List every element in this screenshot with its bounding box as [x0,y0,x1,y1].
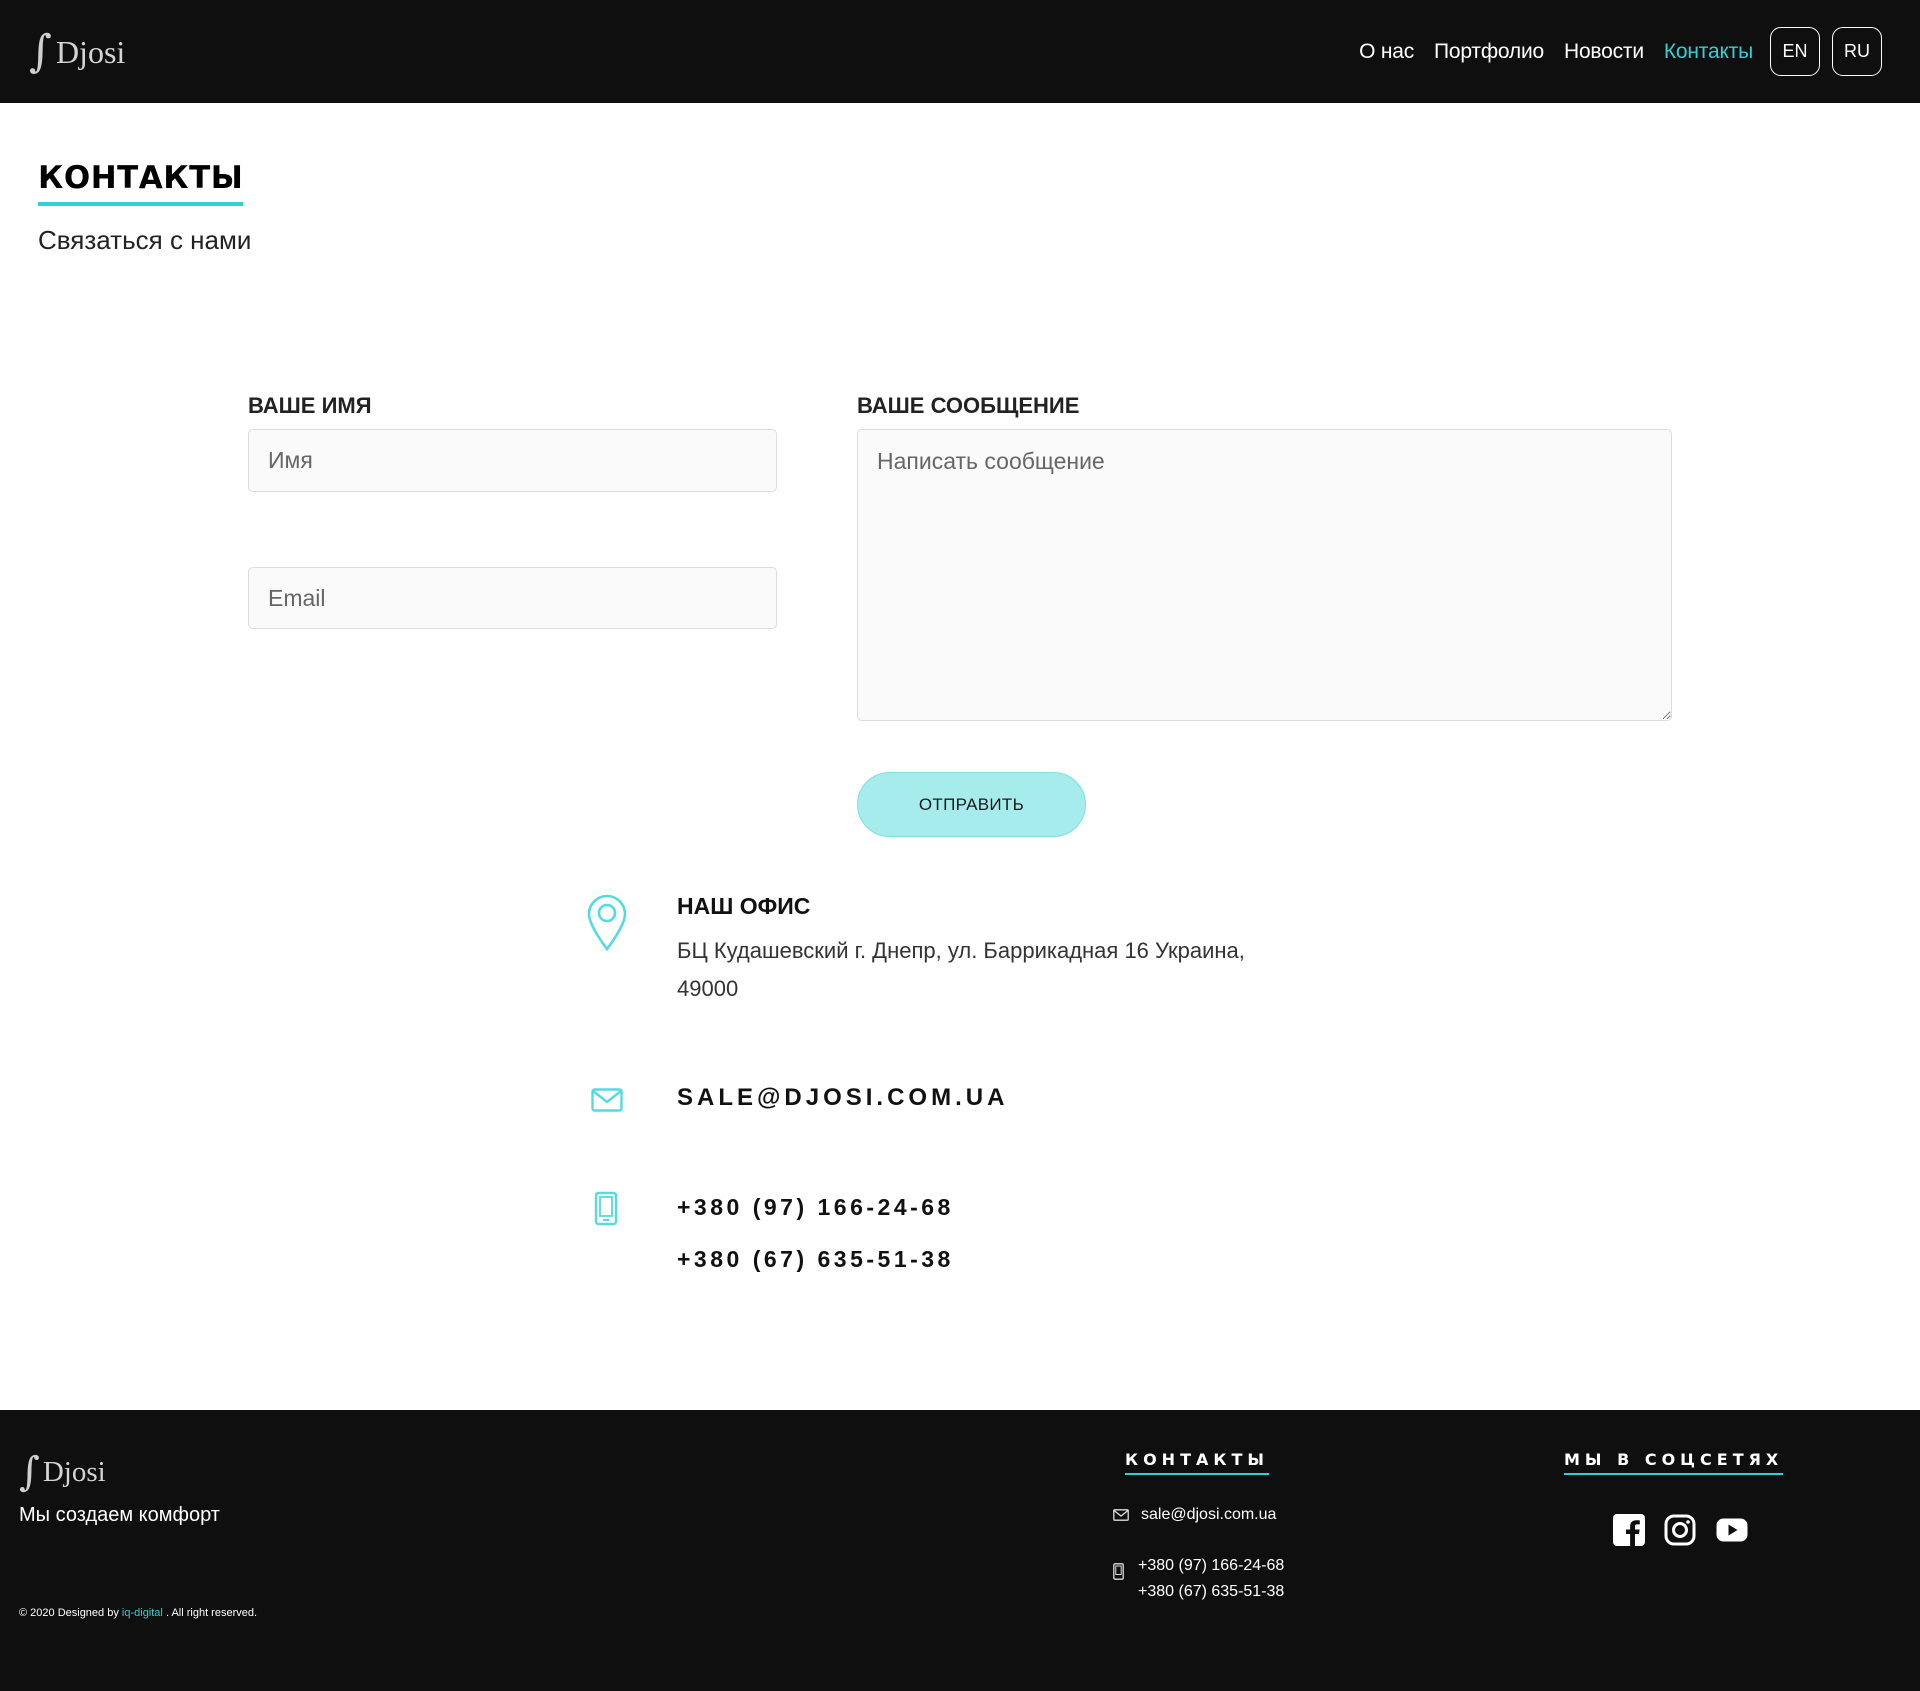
name-input[interactable] [248,429,777,492]
footer-phone-icon [1113,1563,1124,1580]
site-header: ∫ Djosi О нас Портфолио Новости Контакты… [0,0,1920,103]
language-button-en[interactable]: EN [1770,27,1820,76]
site-footer: ∫ Djosi Мы создаем комфорт © 2020 Design… [0,1410,1920,1691]
office-title: НАШ ОФИС [677,893,811,919]
copyright-suffix: . All right reserved. [165,1607,258,1619]
office-address: БЦ Кудашевский г. Днепр, ул. Баррикадная… [677,938,1245,1001]
instagram-icon[interactable] [1664,1514,1696,1546]
copyright-prefix: © 2020 Designed by [19,1607,119,1619]
footer-logo-wordmark: Djosi [42,1456,106,1488]
nav-link-portfolio[interactable]: Портфолио [1434,40,1544,64]
designer-link[interactable]: iq-digital [122,1607,163,1619]
message-label: ВАШЕ СООБЩЕНИЕ [857,393,1080,418]
logo-mark: ∫ [29,26,52,77]
nav-link-about[interactable]: О нас [1359,40,1414,64]
nav-link-contacts[interactable]: Контакты [1664,40,1753,64]
footer-logo[interactable]: ∫ Djosi [19,1452,106,1492]
nav-link-news[interactable]: Новости [1564,40,1644,64]
contact-email-link[interactable]: SALE@DJOSI.COM.UA [677,1084,1008,1112]
page-subtitle: Связаться с нами [38,225,252,255]
footer-social-heading: МЫ В СОЦСЕТЯХ [1564,1450,1784,1475]
contact-phone-1[interactable]: +380 (97) 166-24-68 [677,1194,954,1221]
name-label: ВАШЕ ИМЯ [248,393,372,418]
location-pin-icon [587,894,627,951]
footer-phone-1[interactable]: +380 (97) 166-24-68 [1138,1557,1284,1575]
footer-envelope-icon [1113,1509,1129,1521]
logo-wordmark: Djosi [55,34,126,70]
envelope-icon [591,1088,623,1112]
footer-phone-2[interactable]: +380 (67) 635-51-38 [1138,1583,1284,1601]
contact-phone-2[interactable]: +380 (67) 635-51-38 [677,1246,954,1273]
message-textarea[interactable] [857,429,1672,721]
page-title: КОНТАКТЫ [38,160,244,206]
footer-tagline: Мы создаем комфорт [19,1504,220,1526]
youtube-icon[interactable] [1716,1517,1748,1543]
footer-contacts-heading: КОНТАКТЫ [1125,1450,1269,1475]
language-button-ru[interactable]: RU [1832,27,1882,76]
footer-logo-mark: ∫ [19,1449,40,1495]
site-logo[interactable]: ∫ Djosi [29,30,125,74]
main-nav: О нас Портфолио Новости Контакты EN RU [1339,27,1882,76]
mobile-phone-icon [594,1191,618,1226]
facebook-icon[interactable] [1613,1514,1645,1546]
footer-email-link[interactable]: sale@djosi.com.ua [1141,1506,1276,1524]
copyright-text: © 2020 Designed by iq-digital . All righ… [19,1607,257,1619]
email-input[interactable] [248,567,777,629]
send-button[interactable]: ОТПРАВИТЬ [857,772,1086,837]
